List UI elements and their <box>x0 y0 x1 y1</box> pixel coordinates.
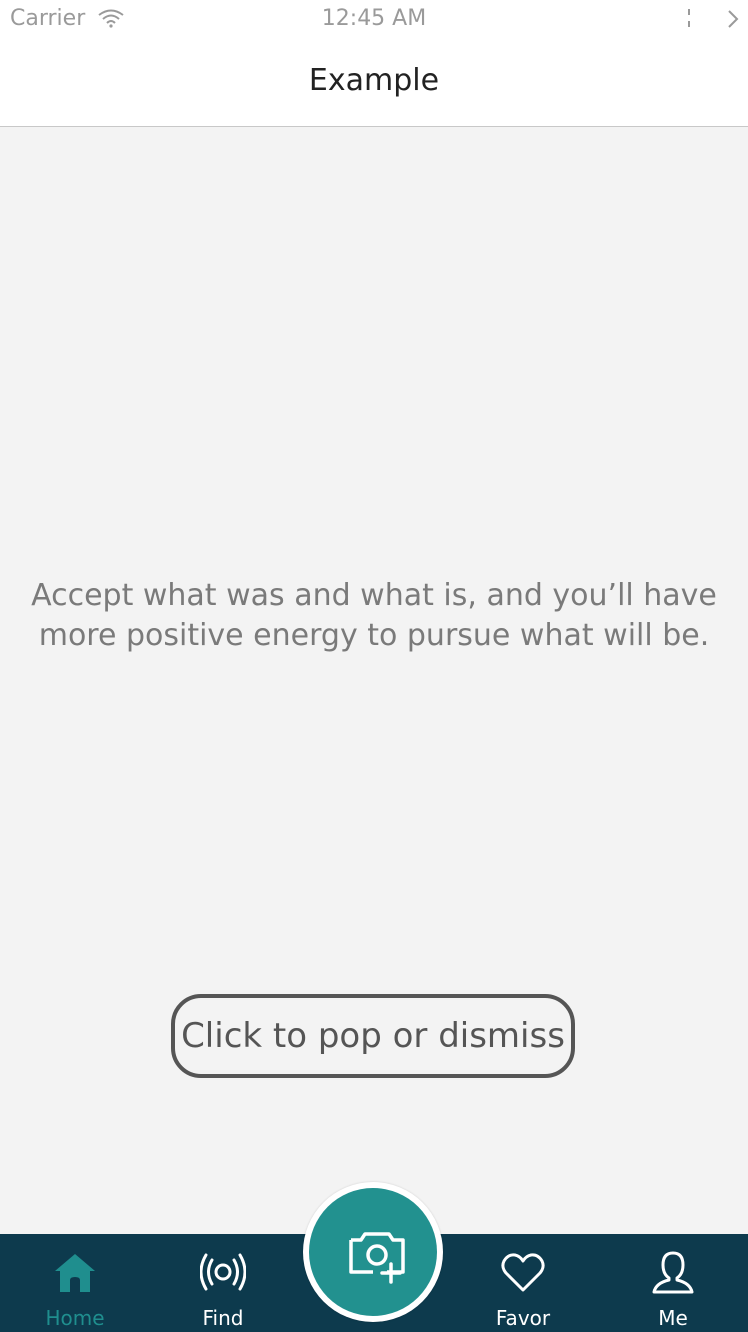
add-photo-button[interactable] <box>303 1182 443 1322</box>
tab-me-label: Me <box>658 1306 688 1330</box>
navigation-bar: Example <box>0 38 748 127</box>
tab-favor[interactable]: Favor <box>448 1234 598 1332</box>
user-icon <box>652 1251 694 1294</box>
heart-icon <box>501 1253 545 1292</box>
add-photo-icon <box>349 1232 405 1284</box>
status-time: 12:45 AM <box>321 6 427 31</box>
tab-me[interactable]: Me <box>598 1234 748 1332</box>
home-icon <box>55 1254 95 1292</box>
add-photo-button-inner <box>309 1188 437 1316</box>
status-bar: Carrier 12:45 AM <box>0 0 748 38</box>
tab-find-label: Find <box>202 1306 244 1330</box>
screen: Carrier 12:45 AM Example Accept what was… <box>0 0 748 1332</box>
pop-dismiss-button[interactable]: Click to pop or dismiss <box>171 994 575 1078</box>
tab-find[interactable]: Find <box>148 1234 298 1332</box>
tab-home-label: Home <box>45 1306 105 1330</box>
tab-home[interactable]: Home <box>0 1234 150 1332</box>
broadcast-icon <box>200 1253 246 1291</box>
battery-icon <box>728 10 739 28</box>
tab-favor-label: Favor <box>495 1306 551 1330</box>
quote-text: Accept what was and what is, and you’ll … <box>31 578 717 653</box>
page-title: Example <box>308 63 440 98</box>
location-icon <box>688 9 690 27</box>
